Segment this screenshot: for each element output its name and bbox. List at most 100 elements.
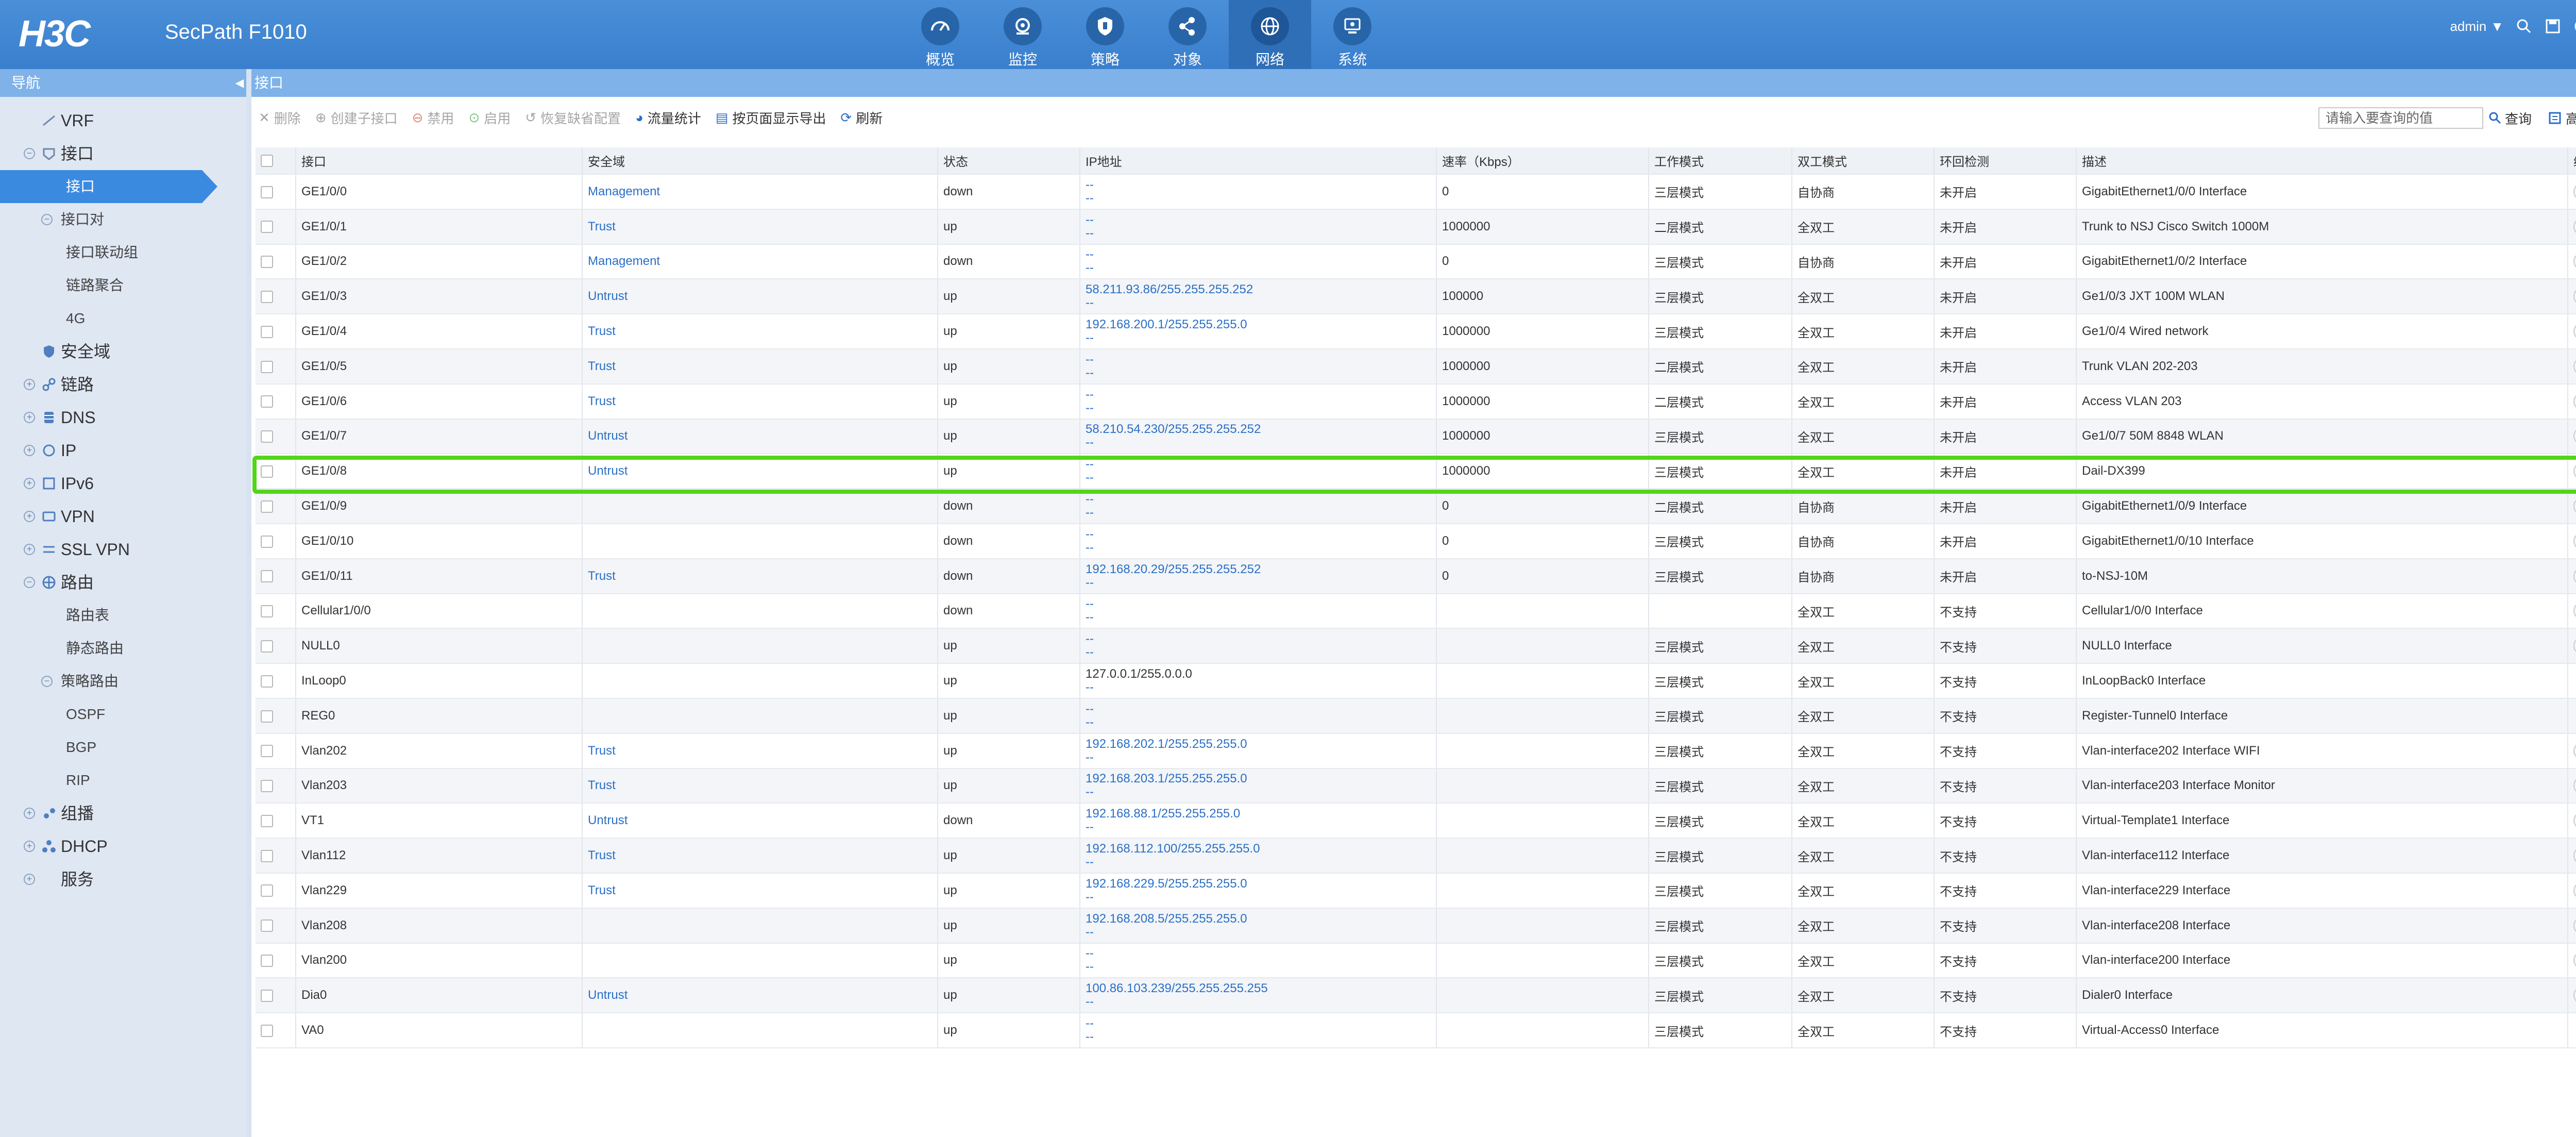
row-checkbox[interactable] <box>261 500 273 513</box>
column-header[interactable]: 接口 <box>296 147 583 175</box>
edit-icon[interactable] <box>2573 182 2576 200</box>
row-checkbox[interactable] <box>261 256 273 269</box>
row-checkbox[interactable] <box>261 290 273 303</box>
table-row[interactable]: VT1 Untrust down 192.168.88.1/255.255.255.0… <box>256 803 2576 839</box>
row-checkbox[interactable] <box>261 221 273 233</box>
collapse-icon[interactable]: − <box>24 148 35 159</box>
row-select-cell[interactable] <box>256 1013 296 1048</box>
edit-icon[interactable] <box>2573 812 2576 830</box>
column-header[interactable]: 双工模式 <box>1792 147 1935 175</box>
edit-icon[interactable] <box>2573 567 2576 585</box>
table-row[interactable]: GE1/0/8 Untrust up -- -- 1000000 三层模式 全双工 未开启 Dai… <box>256 454 2576 490</box>
table-row[interactable]: Cellular1/0/0 down -- -- 全双工 不支持 Cellular1/0/0… <box>256 593 2576 629</box>
column-header[interactable]: 安全域 <box>582 147 938 175</box>
expand-icon[interactable]: + <box>24 379 35 390</box>
sidebar-item-vpn[interactable]: + VPN <box>0 500 246 533</box>
table-row[interactable]: VA0 up -- -- 三层模式 全双工 不支持 Virtual-Access0 Inter… <box>256 1013 2576 1048</box>
expand-icon[interactable]: + <box>24 412 35 423</box>
row-select-cell[interactable] <box>256 943 296 979</box>
column-header[interactable]: 描述 <box>2076 147 2568 175</box>
search-icon[interactable] <box>2515 18 2533 35</box>
row-checkbox[interactable] <box>261 325 273 338</box>
collapse-icon[interactable]: − <box>41 214 53 225</box>
row-select-cell[interactable] <box>256 733 296 769</box>
security-zone[interactable]: Management <box>582 244 938 280</box>
table-row[interactable]: Vlan208 up 192.168.208.5/255.255.255.0 -- 三层… <box>256 908 2576 944</box>
edit-icon[interactable] <box>2573 392 2576 410</box>
topnav-network[interactable]: 网络 <box>1229 0 1311 69</box>
security-zone[interactable]: Management <box>582 174 938 210</box>
row-select-cell[interactable] <box>256 873 296 909</box>
row-checkbox[interactable] <box>261 955 273 967</box>
security-zone[interactable]: Untrust <box>582 454 938 490</box>
row-select-cell[interactable] <box>256 244 296 280</box>
sidebar-item-rip[interactable]: RIP <box>0 764 246 797</box>
row-select-cell[interactable] <box>256 419 296 455</box>
sidebar-item-4g[interactable]: 4G <box>0 302 246 335</box>
save-icon[interactable] <box>2544 18 2562 35</box>
security-zone[interactable]: Trust <box>582 348 938 384</box>
row-select-cell[interactable] <box>256 978 296 1014</box>
table-row[interactable]: GE1/0/5 Trust up -- -- 1000000 二层模式 全双工 未开启 Trunk… <box>256 348 2576 384</box>
sidebar-item-interface-group[interactable]: − 接口 <box>0 137 246 170</box>
collapse-sidebar-icon[interactable]: ◀ <box>233 75 246 91</box>
security-zone[interactable]: Trust <box>582 558 938 594</box>
topnav-overview[interactable]: 概览 <box>899 0 981 69</box>
row-checkbox[interactable] <box>261 849 273 862</box>
ip-address[interactable]: 192.168.200.1/255.255.255.0 <box>1086 318 1435 331</box>
topnav-monitor[interactable]: 监控 <box>981 0 1064 69</box>
edit-icon[interactable] <box>2573 602 2576 620</box>
table-row[interactable]: NULL0 up -- -- 三层模式 全双工 不支持 NULL0 Interface <box>256 628 2576 664</box>
table-row[interactable]: GE1/0/7 Untrust up 58.210.54.230/255.255.25… <box>256 419 2576 455</box>
ip-address[interactable]: 192.168.20.29/255.255.255.252 <box>1086 562 1435 576</box>
delete-button[interactable]: ✕ 删除 <box>251 101 308 134</box>
column-header[interactable]: 环回检测 <box>1934 147 2077 175</box>
sidebar-item-dhcp[interactable]: + DHCP <box>0 830 246 863</box>
user-menu[interactable]: admin ▼ <box>2450 19 2504 35</box>
row-checkbox[interactable] <box>261 430 273 443</box>
export-button[interactable]: ▤ 按页面显示导出 <box>708 101 834 134</box>
row-select-cell[interactable] <box>256 174 296 210</box>
edit-icon[interactable] <box>2573 986 2576 1005</box>
table-row[interactable]: GE1/0/6 Trust up -- -- 1000000 二层模式 全双工 未开启 Acces… <box>256 383 2576 420</box>
row-select-cell[interactable] <box>256 663 296 699</box>
security-zone[interactable]: Trust <box>582 383 938 420</box>
ip-address[interactable]: 192.168.88.1/255.255.255.0 <box>1086 807 1435 821</box>
ip-address[interactable]: 192.168.229.5/255.255.255.0 <box>1086 877 1435 891</box>
row-checkbox[interactable] <box>261 570 273 583</box>
row-select-cell[interactable] <box>256 383 296 420</box>
expand-icon[interactable]: + <box>24 874 35 885</box>
edit-icon[interactable] <box>2573 357 2576 375</box>
table-row[interactable]: GE1/0/2 Management down -- -- 0 三层模式 自协商 未开启 Giga… <box>256 244 2576 280</box>
topnav-objects[interactable]: 对象 <box>1146 0 1229 69</box>
sidebar-item-routing[interactable]: − 路由 <box>0 566 246 599</box>
collapse-icon[interactable]: − <box>41 676 53 687</box>
column-header[interactable]: 工作模式 <box>1649 147 1792 175</box>
ip-address[interactable]: 58.211.93.86/255.255.255.252 <box>1086 283 1435 296</box>
security-zone[interactable]: Trust <box>582 768 938 804</box>
row-checkbox[interactable] <box>261 780 273 793</box>
security-zone[interactable]: Untrust <box>582 803 938 839</box>
disable-button[interactable]: ⊖ 禁用 <box>405 101 462 134</box>
row-select-cell[interactable] <box>256 838 296 874</box>
row-select-cell[interactable] <box>256 489 296 524</box>
edit-icon[interactable] <box>2573 742 2576 760</box>
row-select-cell[interactable] <box>256 803 296 839</box>
row-checkbox[interactable] <box>261 605 273 618</box>
row-checkbox[interactable] <box>261 675 273 688</box>
security-zone[interactable]: Untrust <box>582 978 938 1014</box>
sidebar-item-policy-route[interactable]: − 策略路由 <box>0 665 246 698</box>
row-select-cell[interactable] <box>256 768 296 804</box>
table-row[interactable]: GE1/0/1 Trust up -- -- 1000000 二层模式 全双工 未开启 Trunk… <box>256 209 2576 245</box>
restore-default-button[interactable]: ↺ 恢复缺省配置 <box>518 101 628 134</box>
security-zone[interactable]: Trust <box>582 838 938 874</box>
ip-address[interactable]: 100.86.103.239/255.255.255.255 <box>1086 982 1435 995</box>
security-zone[interactable]: Trust <box>582 314 938 349</box>
row-checkbox[interactable] <box>261 989 273 1002</box>
row-select-cell[interactable] <box>256 593 296 629</box>
edit-icon[interactable] <box>2573 532 2576 550</box>
edit-icon[interactable] <box>2573 881 2576 899</box>
table-row[interactable]: InLoop0 up 127.0.0.1/255.0.0.0 -- 三层模式 全双工 不支持… <box>256 663 2576 699</box>
row-select-cell[interactable] <box>256 523 296 559</box>
sidebar-item-interface[interactable]: 接口 <box>0 170 217 203</box>
